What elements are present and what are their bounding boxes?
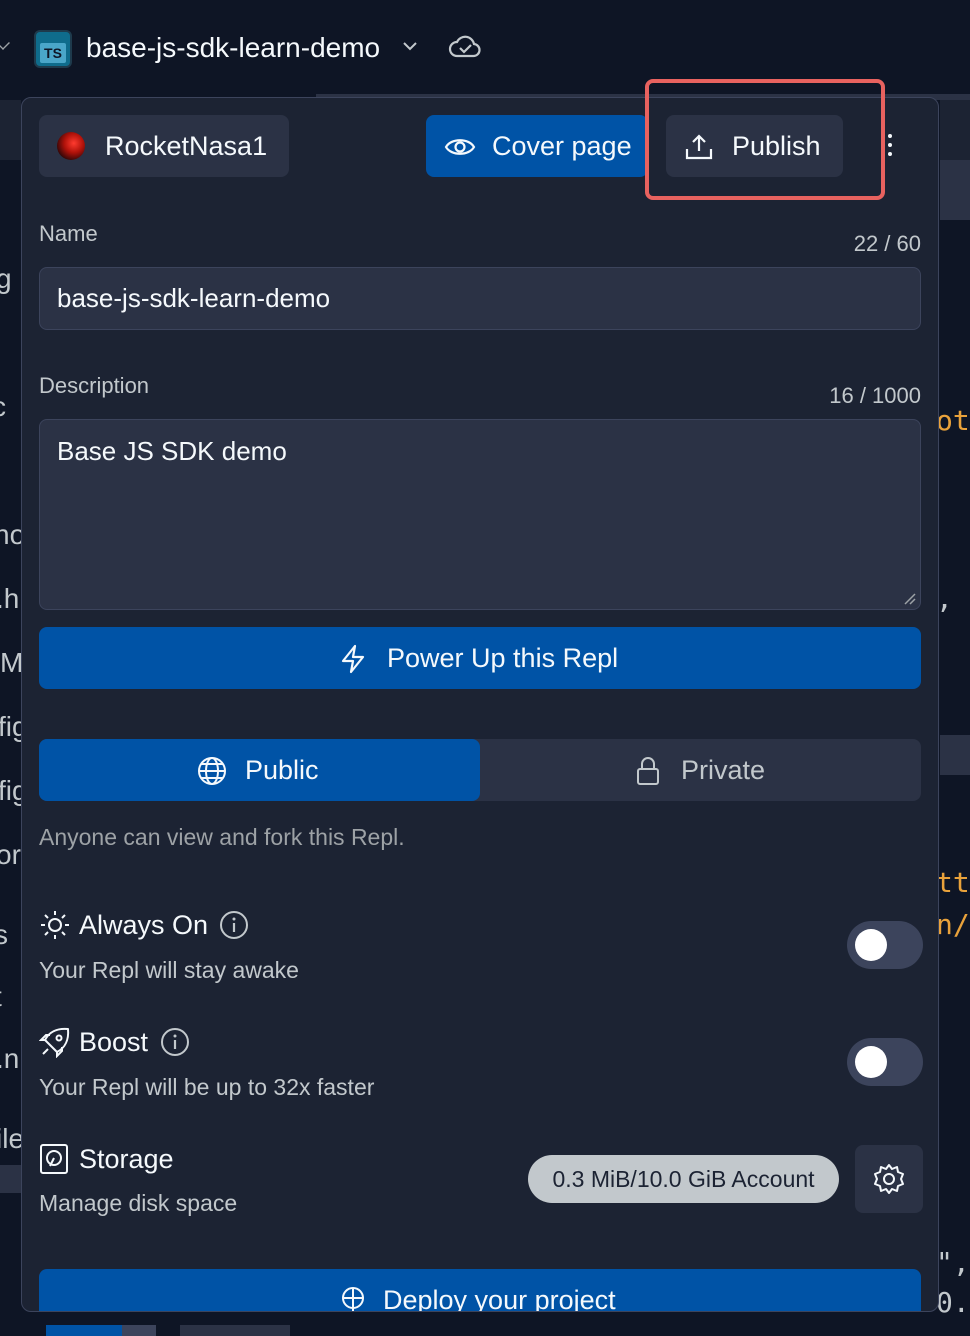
name-label: Name	[39, 221, 98, 246]
globe-icon	[198, 757, 226, 785]
public-label: Public	[245, 755, 319, 785]
background-code-left-1: g	[0, 263, 12, 294]
background-code-right-1: ot	[936, 404, 970, 437]
cloud-check-icon[interactable]	[448, 33, 482, 61]
background-sidebar-left	[0, 100, 21, 160]
background-code-left-8: or	[0, 839, 21, 870]
description-label: Description	[39, 373, 150, 398]
cover-page-label: Cover page	[492, 131, 632, 161]
background-panel-right	[940, 160, 970, 220]
info-icon[interactable]	[219, 910, 249, 940]
name-counter: 22 / 60	[853, 231, 921, 256]
name-input[interactable]: base-js-sdk-learn-demo	[39, 267, 921, 330]
background-editor-tab-right	[940, 100, 970, 160]
background-bottom-tab-2	[180, 1325, 290, 1336]
lightning-icon	[341, 644, 365, 674]
deploy-button[interactable]: Deploy your project	[39, 1269, 921, 1312]
background-code-right-4: n/	[936, 908, 970, 941]
power-up-label: Power Up this Repl	[387, 643, 619, 673]
storage-icon	[40, 1144, 68, 1174]
background-code-left-4: .h	[0, 583, 20, 614]
avatar	[57, 132, 85, 160]
chevron-left-icon[interactable]	[0, 36, 10, 50]
cover-page-button[interactable]: Cover page	[426, 115, 648, 177]
publish-highlight-box	[645, 79, 885, 200]
visibility-toggle: Public Private	[39, 739, 921, 801]
info-icon[interactable]	[160, 1027, 190, 1057]
repl-settings-popover: RocketNasa1 Cover page Publish Name 22 /…	[21, 97, 939, 1312]
storage-settings-button[interactable]	[855, 1145, 923, 1213]
typescript-icon: TS	[34, 30, 72, 68]
description-counter: 16 / 1000	[829, 383, 921, 408]
boost-title: Boost	[79, 1027, 149, 1057]
background-code-left-10: t	[0, 980, 2, 1014]
background-bottom-tab-1-active	[46, 1325, 122, 1336]
boost-description: Your Repl will be up to 32x faster	[39, 1074, 375, 1100]
background-panel-right-2	[940, 735, 970, 775]
background-sidebar-left-2	[0, 1165, 21, 1193]
description-text: Base JS SDK demo	[57, 436, 287, 466]
rocket-icon	[39, 1027, 70, 1058]
background-code-right-3: tt	[936, 866, 970, 899]
background-code-left-5: M	[0, 647, 24, 678]
boost-toggle[interactable]	[847, 1038, 923, 1086]
chevron-down-icon[interactable]	[400, 36, 420, 56]
deploy-label: Deploy your project	[383, 1285, 616, 1312]
visibility-hint: Anyone can view and fork this Repl.	[39, 824, 405, 850]
toggle-knob	[855, 1046, 887, 1078]
deploy-icon	[342, 1287, 364, 1311]
toggle-knob	[855, 929, 887, 961]
always-on-title: Always On	[79, 910, 209, 940]
power-up-button[interactable]: Power Up this Repl	[39, 627, 921, 689]
always-on-toggle[interactable]	[847, 921, 923, 969]
background-code-right-6: 0.	[936, 1286, 970, 1319]
always-on-description: Your Repl will stay awake	[39, 957, 299, 983]
eye-icon	[444, 139, 476, 155]
background-code-right-5: ",	[936, 1246, 970, 1279]
public-option[interactable]: Public	[39, 739, 480, 801]
owner-name: RocketNasa1	[105, 131, 268, 161]
storage-description: Manage disk space	[39, 1190, 238, 1216]
description-textarea[interactable]: Base JS SDK demo	[39, 419, 921, 610]
background-code-left-11: .n	[0, 1043, 20, 1074]
owner-chip[interactable]: RocketNasa1	[39, 115, 289, 177]
resize-handle-icon[interactable]	[904, 593, 916, 605]
private-option[interactable]: Private	[480, 739, 921, 801]
gear-icon	[874, 1164, 904, 1194]
background-code-left-9: s	[0, 919, 8, 950]
background-code-left-2: c	[0, 390, 6, 424]
private-label: Private	[681, 755, 766, 785]
lock-icon	[637, 757, 659, 785]
storage-usage-badge[interactable]: 0.3 MiB/10.0 GiB Account	[528, 1155, 839, 1203]
repl-title[interactable]: base-js-sdk-learn-demo	[86, 28, 380, 68]
sun-icon	[41, 911, 69, 939]
language-badge: TS	[40, 43, 66, 63]
storage-title: Storage	[79, 1144, 174, 1174]
